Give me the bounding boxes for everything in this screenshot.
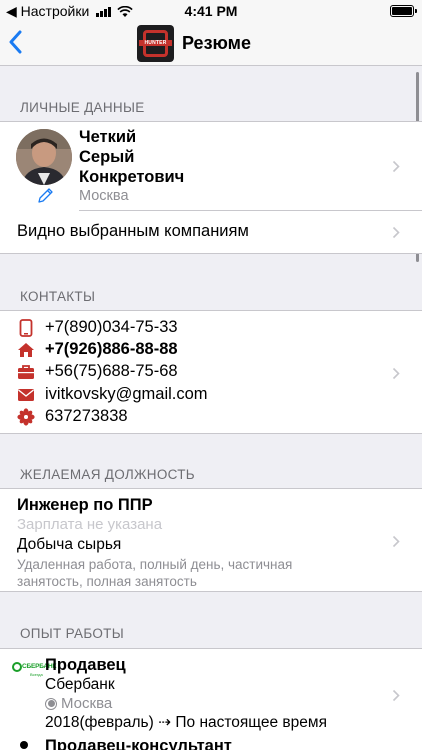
section-header-position: ЖЕЛАЕМАЯ ДОЛЖНОСТЬ [20, 467, 195, 482]
personal-group: Четкий Серый Конкретович Москва Видно вы… [0, 121, 422, 254]
title-wrap: HUNTER Резюме [137, 25, 251, 62]
name-line-3: Конкретович [79, 168, 185, 186]
contact-row-mobile[interactable]: +7(890)034-75-33 [17, 318, 178, 337]
position-schedule: Удаленная работа, полный день, частичная… [17, 557, 293, 589]
visibility-setting[interactable]: Видно выбранным компаниям [17, 222, 249, 241]
city-text: Москва [79, 188, 129, 204]
chevron-right-icon[interactable] [392, 689, 400, 702]
contacts-group[interactable]: +7(890)034-75-33 +7(926)886-88-88 +56(75… [0, 310, 422, 434]
experience-group[interactable]: СБЕРБАНК Всегда Продавец Сбербанк Москва… [0, 648, 422, 750]
home-icon [17, 341, 35, 359]
experience-company: Сбербанк [45, 676, 115, 693]
contact-row-email[interactable]: ivitkovsky@gmail.com [17, 385, 208, 404]
next-experience-title[interactable]: Продавец-консультант [45, 737, 232, 750]
battery-icon [390, 5, 417, 17]
icq-flower-icon [17, 407, 35, 426]
envelope-icon [17, 386, 35, 404]
back-button[interactable] [8, 30, 32, 58]
chevron-left-icon [9, 30, 22, 54]
chevron-right-icon[interactable] [392, 367, 400, 380]
edit-pencil-icon[interactable] [36, 187, 54, 205]
position-group[interactable]: Инженер по ППР Зарплата не указана Добыч… [0, 488, 422, 592]
avatar[interactable] [16, 129, 72, 185]
status-time: 4:41 PM [184, 3, 238, 19]
section-header-experience: ОПЫТ РАБОТЫ [20, 626, 124, 641]
briefcase-icon [17, 363, 35, 381]
name-line-2: Серый [79, 148, 135, 166]
experience-period: 2018(февраль) ⇢ По настоящее время [45, 714, 327, 731]
chevron-right-icon[interactable] [392, 535, 400, 548]
location-radio-icon [45, 697, 57, 710]
section-header-contacts: КОНТАКТЫ [20, 289, 96, 304]
page-title: Резюме [182, 33, 251, 53]
contact-row-work[interactable]: +56(75)688-75-68 [17, 362, 178, 381]
contact-row-home[interactable]: +7(926)886-88-88 [17, 340, 178, 359]
contact-row-icq[interactable]: 637273838 [17, 407, 128, 426]
company-logo: СБЕРБАНК Всегда [12, 662, 56, 682]
navigation-bar: HUNTER Резюме [0, 22, 422, 66]
mobile-phone-icon [17, 318, 35, 337]
app-logo: HUNTER [137, 25, 174, 62]
chevron-right-icon[interactable] [392, 160, 400, 173]
position-salary: Зарплата не указана [17, 516, 163, 533]
experience-city: Москва [45, 695, 112, 712]
section-header-personal: ЛИЧНЫЕ ДАННЫЕ [20, 100, 145, 115]
status-bar: ◀ Настройки 4:41 PM [0, 0, 422, 22]
name-line-1: Четкий [79, 128, 137, 146]
experience-title: Продавец [45, 656, 126, 674]
divider [79, 210, 422, 211]
position-industry: Добыча сырья [17, 536, 122, 553]
next-experience-bullet-icon [20, 741, 28, 749]
chevron-right-icon[interactable] [392, 226, 400, 239]
position-title: Инженер по ППР [17, 496, 153, 514]
